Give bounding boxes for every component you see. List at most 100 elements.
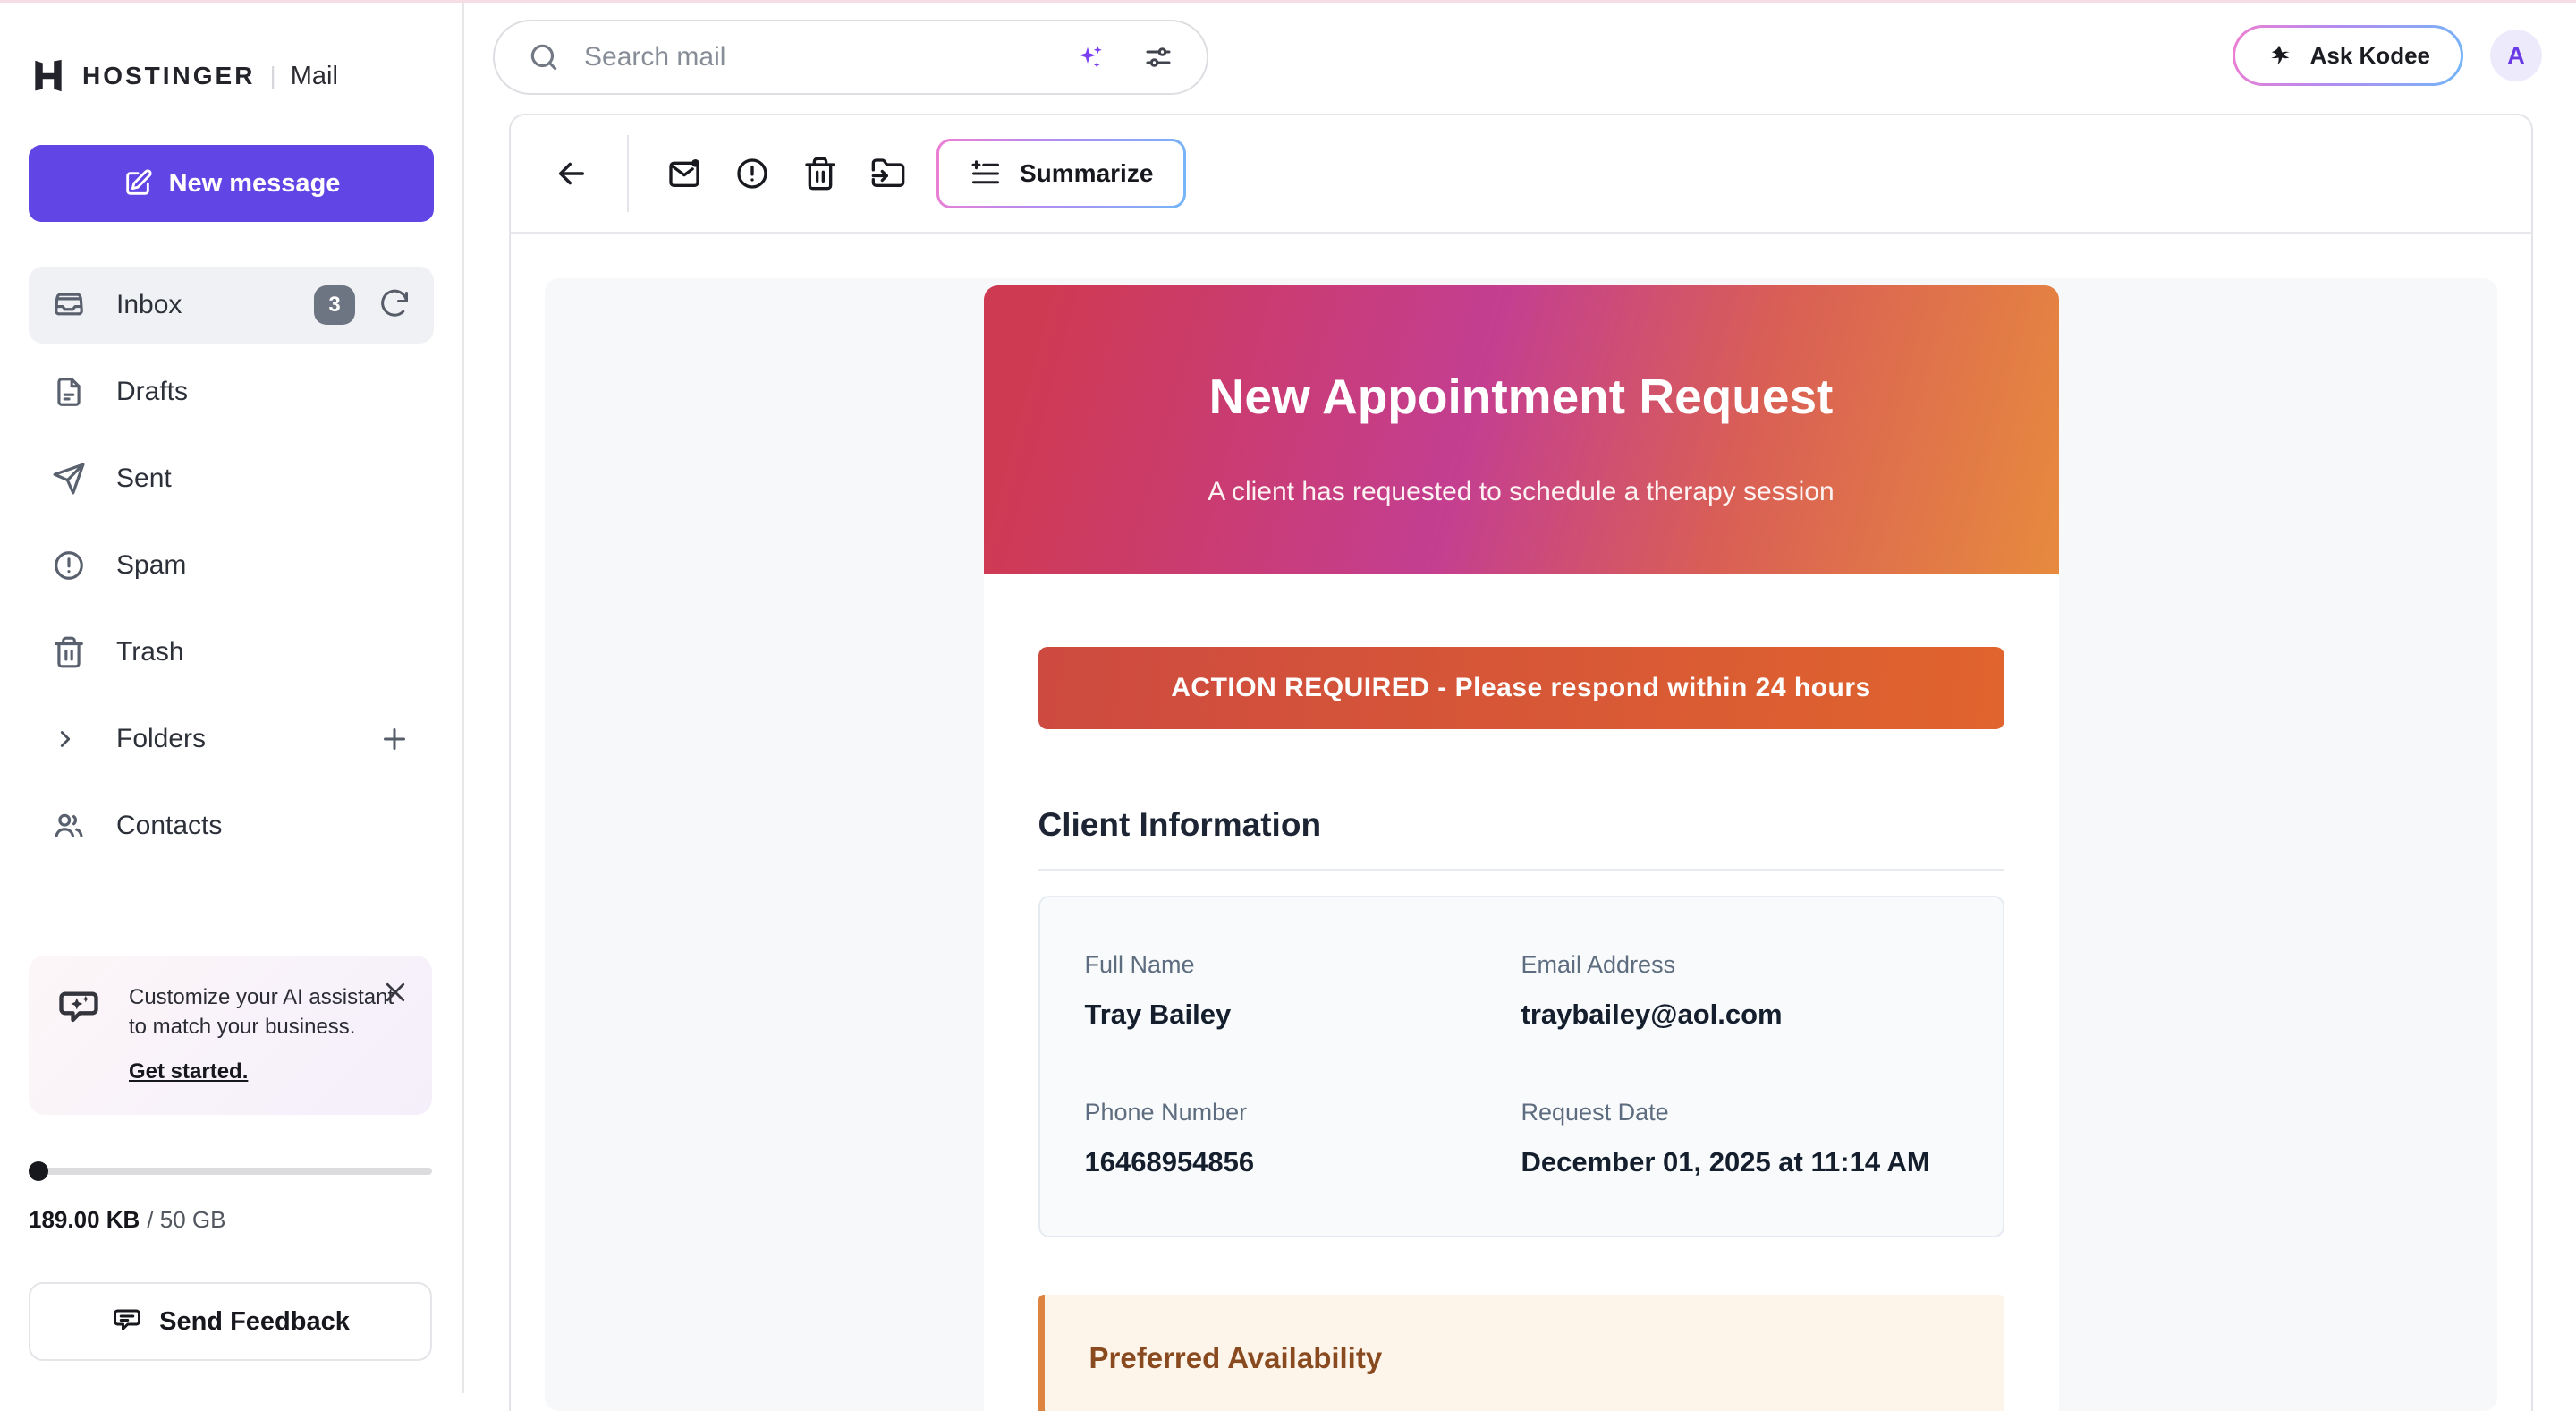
back-button[interactable] [538,133,606,214]
client-information-heading: Client Information [1038,806,2004,844]
availability-heading: Preferred Availability [1089,1341,1960,1375]
feedback-chat-icon [111,1305,143,1338]
trash-icon [802,156,838,191]
email-title: New Appointment Request [984,285,2059,425]
sidebar-item-inbox[interactable]: Inbox 3 [29,267,434,344]
envelope-dot-icon [666,156,702,191]
sidebar-item-sent[interactable]: Sent [29,440,434,517]
storage-total: / 50 GB [147,1206,225,1233]
section-divider [1038,869,2004,871]
sidebar-item-contacts[interactable]: Contacts [29,787,434,864]
sidebar-item-drafts[interactable]: Drafts [29,353,434,430]
email-subtitle: A client has requested to schedule a the… [984,477,2059,507]
email-header: New Appointment Request A client has req… [984,285,2059,574]
delete-button[interactable] [786,133,854,214]
summarize-icon [970,157,1002,190]
info-field-phone: Phone Number 16468954856 [1085,1099,1521,1178]
field-label: Email Address [1521,951,1958,979]
inbox-icon [52,288,86,322]
header-right: Ask Kodee A [2233,25,2542,86]
top-accent-strip [0,0,2576,3]
folder-input-icon [870,156,906,191]
field-value: 16468954856 [1085,1146,1521,1178]
trash-icon [52,635,86,669]
sent-icon [52,462,86,496]
brand-separator: | [269,62,275,90]
new-message-label: New message [169,169,341,199]
sidebar-item-label: Contacts [116,811,222,841]
storage-text: 189.00 KB / 50 GB [29,1206,432,1234]
sidebar-item-label: Trash [116,637,184,667]
avatar[interactable]: A [2490,30,2542,81]
brand-name: HOSTINGER [82,62,255,90]
ai-sparkles-icon[interactable] [1074,41,1106,73]
sidebar-item-label: Inbox [116,290,182,320]
brand-product: Mail [291,62,338,91]
sidebar-item-label: Spam [116,550,186,581]
search-bar[interactable] [493,20,1208,95]
close-icon[interactable] [382,979,409,1006]
storage-used-indicator [29,1161,48,1181]
summarize-label: Summarize [1020,159,1153,188]
sidebar-item-label: Folders [116,724,206,754]
storage-progress-bar [29,1160,432,1183]
contacts-icon [52,809,86,843]
new-message-button[interactable]: New message [29,145,434,222]
refresh-icon[interactable] [378,289,411,321]
storage-used: 189.00 KB [29,1206,140,1233]
sidebar-bottom: Customize your AI assistant to match you… [29,956,432,1361]
hostinger-logo-icon [29,56,68,96]
ask-kodee-button[interactable]: Ask Kodee [2233,25,2463,86]
spam-icon [52,548,86,582]
field-value: traybailey@aol.com [1521,999,1958,1031]
arrow-left-icon [553,155,590,192]
email-body: ACTION REQUIRED - Please respond within … [984,574,2059,1411]
ai-promo-text: Customize your AI assistant to match you… [129,982,397,1041]
info-field-full-name: Full Name Tray Bailey [1085,951,1521,1031]
alert-circle-icon [734,156,770,191]
email-viewport: New Appointment Request A client has req… [545,278,2497,1411]
field-label: Request Date [1521,1099,1958,1126]
mail-content-panel: Summarize New Appointment Request A clie… [509,114,2533,1411]
chevron-right-icon [52,726,79,752]
sidebar-nav: Inbox 3 Drafts Sent Spam [29,267,434,864]
add-folder-icon[interactable] [378,723,411,755]
move-to-folder-button[interactable] [854,133,922,214]
email-card: New Appointment Request A client has req… [984,285,2059,1411]
sidebar-item-folders[interactable]: Folders [29,701,434,778]
search-icon [527,40,561,74]
action-required-banner: ACTION REQUIRED - Please respond within … [1038,647,2004,729]
search-input[interactable] [584,42,1074,72]
storage-track [29,1168,432,1175]
sidebar: HOSTINGER | Mail New message Inbox 3 Dra… [0,0,464,1393]
mark-unread-button[interactable] [650,133,718,214]
info-field-email: Email Address traybailey@aol.com [1521,951,1958,1031]
field-value: Tray Bailey [1085,999,1521,1031]
client-info-card: Full Name Tray Bailey Email Address tray… [1038,896,2004,1237]
ai-promo-card: Customize your AI assistant to match you… [29,956,432,1115]
info-field-request-date: Request Date December 01, 2025 at 11:14 … [1521,1099,1958,1178]
field-label: Full Name [1085,951,1521,979]
send-feedback-button[interactable]: Send Feedback [29,1282,432,1361]
message-toolbar: Summarize [511,115,2531,234]
send-feedback-label: Send Feedback [159,1307,350,1337]
search-filters-icon[interactable] [1142,41,1174,73]
sidebar-item-trash[interactable]: Trash [29,614,434,691]
sidebar-item-label: Drafts [116,377,188,407]
summarize-button[interactable]: Summarize [936,139,1186,208]
sidebar-item-label: Sent [116,463,172,494]
avatar-initial: A [2507,42,2525,70]
brand-logo: HOSTINGER | Mail [29,52,434,100]
toolbar-divider [627,135,629,212]
report-spam-button[interactable] [718,133,786,214]
inbox-unread-badge: 3 [314,285,355,325]
get-started-link[interactable]: Get started. [129,1059,248,1084]
preferred-availability-box: Preferred Availability Dates:Dec 06, 202… [1038,1295,2004,1411]
kodee-icon [2266,41,2294,70]
ask-kodee-label: Ask Kodee [2310,42,2430,70]
compose-icon [123,168,153,199]
sidebar-item-spam[interactable]: Spam [29,527,434,604]
field-label: Phone Number [1085,1099,1521,1126]
drafts-icon [52,375,86,409]
chat-sparkle-icon [55,986,102,1033]
